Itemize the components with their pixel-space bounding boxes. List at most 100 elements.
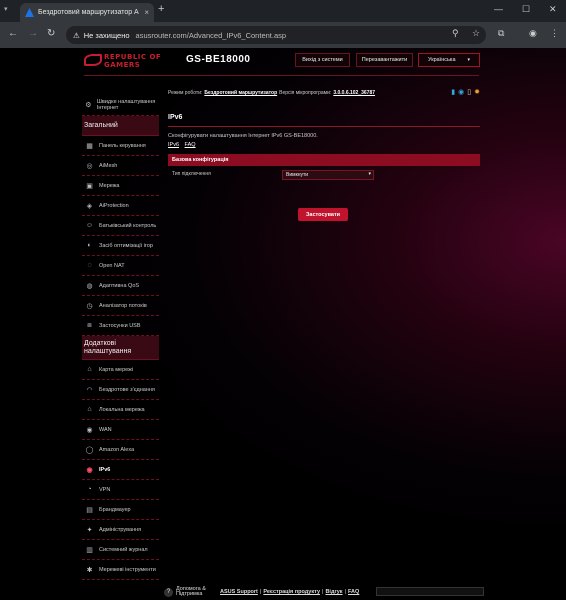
sidebar-item-label: Локальна мережа [99, 406, 145, 413]
sidebar-item-wan[interactable]: ◉ WAN [82, 420, 159, 440]
chevron-down-icon: ▾ [467, 57, 471, 63]
sidebar-item-usb-apps[interactable]: ⧈ Застосунки USB [82, 316, 159, 336]
not-secure-label[interactable]: Не захищено [84, 31, 130, 40]
browser-tab[interactable]: Бездротовий маршрутизатор А × [20, 3, 154, 22]
sidebar-item-parental-control[interactable]: ☺ Батьківський контроль [82, 216, 159, 236]
settings-gear-icon[interactable]: ✹ [474, 88, 480, 96]
admin-icon: ✦ [86, 526, 93, 534]
footer-link-registration[interactable]: Реєстрація продукту [263, 589, 320, 595]
faq-link[interactable]: FAQ [185, 142, 196, 148]
wan-icon: ◉ [86, 426, 93, 434]
sidebar-item-game-boost[interactable]: ◐ Засіб оптимізації ігор [82, 236, 159, 256]
rog-eye-icon [84, 54, 102, 66]
sidebar-item-label: VPN [99, 486, 111, 493]
sidebar-item-label: Бездротове з'єднання [99, 386, 155, 393]
minimize-icon[interactable]: — [494, 4, 503, 14]
sidebar: ⚙ Швидке налаштування Інтернет Загальний… [82, 94, 159, 580]
tab-close-icon[interactable]: × [144, 8, 149, 17]
footer-separator: | [259, 589, 262, 595]
sidebar-item-label: Аналізатор потоків [99, 302, 147, 309]
sidebar-item-system-log[interactable]: ▥ Системний журнал [82, 540, 159, 560]
sidebar-item-label: AiProtection [99, 202, 129, 209]
connection-type-select[interactable]: Вимкнути ▾ [282, 170, 374, 180]
network-icon: ▣ [86, 182, 93, 190]
lan-icon: ⌂ [87, 406, 92, 413]
sidebar-item-lan[interactable]: ⌂ Локальна мережа [82, 400, 159, 420]
sidebar-item-label: Батьківський контроль [99, 222, 157, 229]
reload-icon[interactable]: ↻ [47, 28, 55, 39]
footer-link-feedback[interactable]: Відгук [325, 589, 342, 595]
warning-icon[interactable]: ⚠ [73, 31, 80, 40]
profile-icon[interactable]: ◉ [529, 28, 537, 39]
sidebar-item-aiprotection[interactable]: ◈ AiProtection [82, 196, 159, 216]
sidebar-item-ipv6[interactable]: ◉ IPv6 [82, 460, 159, 480]
sidebar-item-label: IPv6 [99, 466, 111, 473]
connection-type-label: Тип підключення [172, 171, 211, 177]
extensions-icon[interactable]: ⧉ [498, 28, 504, 39]
open-nat-icon: ◌ [87, 262, 92, 269]
tab-list-icon[interactable]: ▾ [4, 5, 8, 13]
usb-icon: ⧈ [87, 321, 92, 329]
firmware-version-link[interactable]: 3.0.0.6.102_36787 [333, 90, 375, 96]
new-tab-button[interactable]: + [158, 3, 164, 15]
mode-value-link[interactable]: Бездротовий маршрутизатор [204, 90, 277, 96]
sidebar-item-vpn[interactable]: ◔ VPN [82, 480, 159, 500]
sidebar-item-network-map[interactable]: ⌂ Карта мережі [82, 360, 159, 380]
logout-label: Вихід з системи [302, 57, 343, 63]
logo-line1: REPUBLIC OF [104, 53, 162, 61]
sidebar-item-qos[interactable]: ◍ Адаптивна QoS [82, 276, 159, 296]
link-status-icon[interactable]: ▯ [467, 88, 471, 96]
sidebar-item-label: Системний журнал [99, 546, 148, 553]
sidebar-item-label: Карта мережі [99, 366, 134, 373]
url-text[interactable]: asusrouter.com/Advanced_IPv6_Content.asp [136, 31, 287, 40]
sidebar-item-aimesh[interactable]: ◎ AiMesh [82, 156, 159, 176]
sidebar-item-administration[interactable]: ✦ Адміністрування [82, 520, 159, 540]
page-title: IPv6 [168, 114, 183, 121]
zoom-icon[interactable]: ⚲ [452, 28, 459, 39]
forward-icon[interactable]: → [28, 28, 38, 39]
ipv6-link[interactable]: IPv6 [168, 142, 179, 148]
basic-config-header: Базова конфігурація [168, 154, 480, 166]
aimesh-icon: ◎ [86, 162, 93, 170]
sidebar-item-network-tools[interactable]: ✱ Мережеві інструменти [82, 560, 159, 580]
sidebar-item-label: Мережеві інструменти [99, 566, 156, 573]
footer-search-input[interactable] [376, 587, 484, 596]
sidebar-item-label: Мережа [99, 182, 120, 189]
sidebar-item-alexa[interactable]: ◯ Amazon Alexa [82, 440, 159, 460]
sidebar-item-traffic-analyzer[interactable]: ◷ Аналізатор потоків [82, 296, 159, 316]
logout-button[interactable]: Вихід з системи [295, 53, 350, 67]
sidebar-item-network[interactable]: ▣ Мережа [82, 176, 159, 196]
tab-favicon-icon [25, 8, 34, 17]
url-field[interactable]: ⚠ Не захищено asusrouter.com/Advanced_IP… [66, 26, 486, 44]
chevron-down-icon: ▾ [368, 171, 371, 177]
maximize-icon[interactable]: ☐ [522, 4, 530, 15]
sidebar-item-open-nat[interactable]: ◌ Open NAT [82, 256, 159, 276]
footer-separator: | [322, 589, 324, 595]
usb-status-icon[interactable]: ◉ [458, 88, 464, 96]
sidebar-item-label: Open NAT [99, 262, 125, 269]
footer-separator: | [344, 589, 346, 595]
address-bar: ← → ↻ ⚠ Не захищено asusrouter.com/Advan… [0, 22, 566, 48]
sidebar-item-wireless[interactable]: ◠ Бездротове з'єднання [82, 380, 159, 400]
footer-link-support[interactable]: ASUS Support [220, 589, 258, 595]
sidebar-item-quick-setup[interactable]: ⚙ Швидке налаштування Інтернет [82, 94, 159, 116]
rog-logo[interactable]: REPUBLIC OF GAMERS [84, 51, 184, 73]
traffic-analyzer-icon: ◷ [86, 302, 93, 310]
back-icon[interactable]: ← [8, 28, 18, 39]
sidebar-item-dashboard[interactable]: ▦ Панель керування [82, 136, 159, 156]
language-select[interactable]: Українська ▾ [418, 53, 480, 67]
reboot-button[interactable]: Перезавантажити [356, 53, 413, 67]
apply-button[interactable]: Застосувати [298, 208, 348, 221]
game-boost-icon: ◐ [87, 242, 92, 249]
browser-menu-icon[interactable]: ⋮ [550, 28, 559, 39]
footer-link-faq[interactable]: FAQ [348, 589, 359, 595]
close-window-icon[interactable]: ✕ [549, 4, 557, 15]
sidebar-header-general: Загальний [82, 116, 159, 136]
sidebar-item-firewall[interactable]: ▤ Брандмауер [82, 500, 159, 520]
network-status-icon[interactable]: ▮ [451, 88, 455, 96]
sidebar-item-label: Панель керування [99, 142, 146, 149]
connection-type-value: Вимкнути [286, 172, 309, 178]
help-support[interactable]: ? Допомога & Підтримка [164, 586, 212, 597]
sidebar-item-label: Адміністрування [99, 526, 142, 533]
bookmark-star-icon[interactable]: ☆ [472, 28, 480, 39]
